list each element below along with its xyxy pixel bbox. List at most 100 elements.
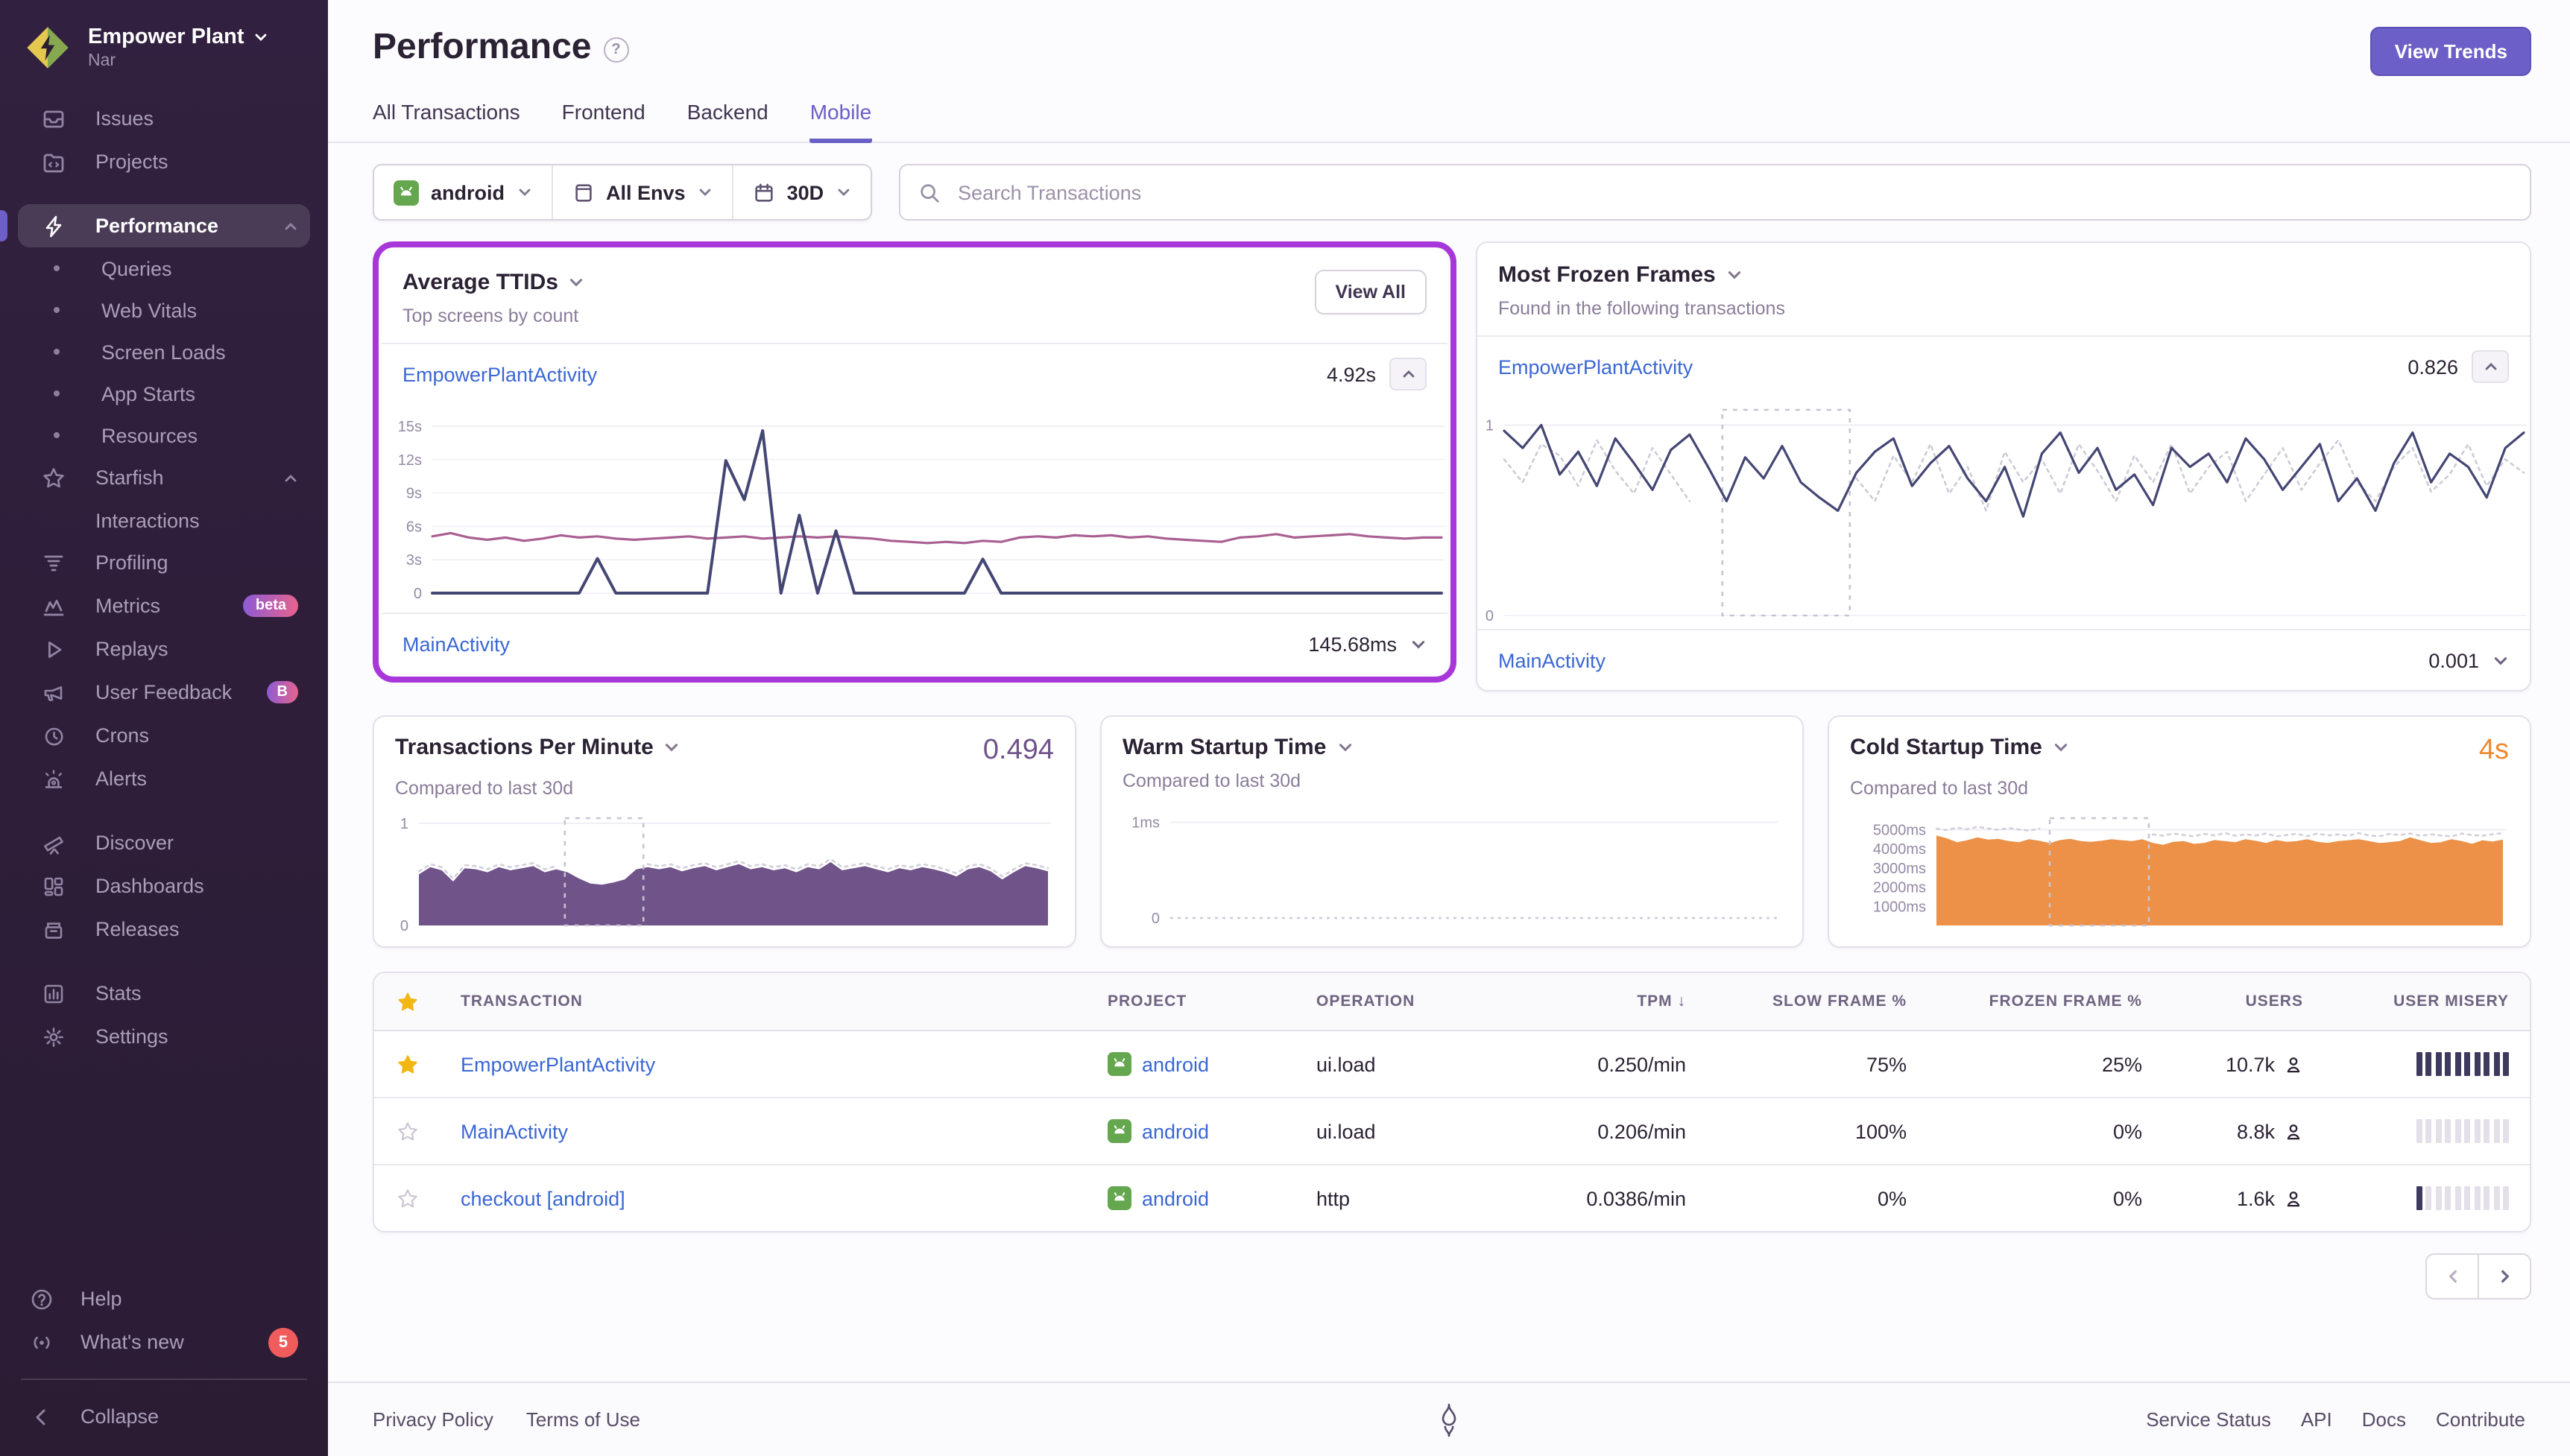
svg-text:0: 0	[1486, 608, 1494, 624]
column-header-tpm[interactable]: TPM ↓	[1516, 993, 1707, 1010]
expand-row-button[interactable]	[1410, 636, 1427, 652]
collapse-row-button[interactable]	[2472, 350, 2509, 383]
contribute-link[interactable]: Contribute	[2436, 1408, 2525, 1431]
sidebar-item-settings[interactable]: Settings	[18, 1015, 310, 1058]
slow-frame-cell: 100%	[1707, 1120, 1928, 1142]
expand-row-button[interactable]	[2492, 652, 2509, 668]
column-header-transaction[interactable]: TRANSACTION	[440, 993, 1087, 1010]
previous-page-button[interactable]	[2425, 1253, 2479, 1300]
column-header-user-misery[interactable]: USER MISERY	[2324, 993, 2530, 1010]
transaction-link[interactable]: MainActivity	[402, 633, 510, 655]
table-row: MainActivity android ui.load 0.206/min 1…	[374, 1098, 2530, 1165]
sidebar-item-alerts[interactable]: Alerts	[18, 757, 310, 800]
sidebar-item-discover[interactable]: Discover	[18, 821, 310, 864]
search-input[interactable]	[955, 180, 2512, 205]
service-status-link[interactable]: Service Status	[2146, 1408, 2271, 1431]
column-header-frozen-frame[interactable]: FROZEN FRAME %	[1928, 993, 2163, 1010]
view-trends-button[interactable]: View Trends	[2371, 27, 2531, 76]
tpm-title-dropdown[interactable]: Transactions Per Minute	[395, 735, 681, 760]
cold-startup-title-dropdown[interactable]: Cold Startup Time	[1850, 735, 2069, 760]
transaction-link[interactable]: MainActivity	[461, 1120, 568, 1142]
sidebar-item-user-feedback[interactable]: User Feedback B	[18, 671, 310, 714]
privacy-policy-link[interactable]: Privacy Policy	[373, 1408, 493, 1431]
project-filter[interactable]: android	[374, 165, 551, 219]
terms-of-use-link[interactable]: Terms of Use	[526, 1408, 640, 1431]
environment-filter[interactable]: All Envs	[551, 165, 732, 219]
projects-icon	[42, 150, 66, 174]
metric-value: 0.826	[2408, 355, 2458, 378]
sidebar-item-replays[interactable]: Replays	[18, 627, 310, 671]
sidebar-item-help[interactable]: Help	[18, 1277, 310, 1320]
star-toggle[interactable]	[374, 1120, 440, 1142]
average-ttids-panel: Average TTIDs Top screens by count View …	[382, 250, 1447, 674]
column-header-project[interactable]: PROJECT	[1087, 993, 1295, 1010]
tab-all-transactions[interactable]: All Transactions	[373, 100, 520, 143]
tab-frontend[interactable]: Frontend	[562, 100, 645, 143]
b-badge: B	[267, 681, 298, 703]
sidebar-item-dashboards[interactable]: Dashboards	[18, 864, 310, 908]
tab-mobile[interactable]: Mobile	[810, 100, 872, 143]
sidebar-item-label: Releases	[95, 918, 180, 940]
chevron-right-icon	[2496, 1268, 2513, 1285]
sidebar-item-projects[interactable]: Projects	[18, 140, 310, 183]
docs-link[interactable]: Docs	[2362, 1408, 2406, 1431]
sidebar-item-screen-loads[interactable]: Screen Loads	[18, 331, 310, 373]
transaction-link[interactable]: EmpowerPlantActivity	[461, 1053, 655, 1075]
transaction-link[interactable]: EmpowerPlantActivity	[1498, 355, 1693, 378]
column-header-operation[interactable]: OPERATION	[1295, 993, 1516, 1010]
project-link[interactable]: android	[1142, 1187, 1209, 1209]
collapse-row-button[interactable]	[1389, 358, 1427, 390]
sidebar-item-label: Interactions	[95, 509, 200, 531]
date-range-filter[interactable]: 30D	[732, 165, 871, 219]
star-toggle[interactable]	[374, 1187, 440, 1209]
table-row: checkout [android] android http 0.0386/m…	[374, 1165, 2530, 1231]
sidebar-collapse-button[interactable]: Collapse	[18, 1395, 310, 1438]
sidebar-item-stats[interactable]: Stats	[18, 972, 310, 1015]
warm-startup-title-dropdown[interactable]: Warm Startup Time	[1123, 735, 1353, 760]
sentry-logo-icon[interactable]	[1436, 1402, 1462, 1437]
average-ttids-title-dropdown[interactable]: Average TTIDs	[402, 270, 585, 295]
transaction-link[interactable]: checkout [android]	[461, 1187, 625, 1209]
dashboards-icon	[42, 874, 66, 898]
sidebar-item-label: Performance	[95, 215, 218, 237]
sidebar-item-issues[interactable]: Issues	[18, 97, 310, 140]
user-misery-bars	[2324, 1186, 2530, 1210]
svg-text:1000ms: 1000ms	[1873, 899, 1926, 915]
users-cell: 10.7k	[2163, 1053, 2324, 1075]
sidebar-item-starfish[interactable]: Starfish	[18, 456, 310, 499]
ttid-row-mainactivity: MainActivity 145.68ms	[382, 613, 1447, 674]
sidebar-item-web-vitals[interactable]: Web Vitals	[18, 289, 310, 331]
tab-backend[interactable]: Backend	[687, 100, 768, 143]
sidebar-item-profiling[interactable]: Profiling	[18, 541, 310, 584]
next-page-button[interactable]	[2478, 1253, 2531, 1300]
star-toggle[interactable]	[374, 1053, 440, 1075]
column-header-users[interactable]: USERS	[2163, 993, 2324, 1010]
most-frozen-frames-title-dropdown[interactable]: Most Frozen Frames	[1498, 262, 1785, 288]
transaction-link[interactable]: EmpowerPlantActivity	[402, 363, 597, 385]
panel-title: Average TTIDs	[402, 270, 558, 295]
api-link[interactable]: API	[2301, 1408, 2332, 1431]
project-link[interactable]: android	[1142, 1053, 1209, 1075]
project-link[interactable]: android	[1142, 1120, 1209, 1142]
sidebar-item-crons[interactable]: Crons	[18, 714, 310, 757]
title-help-icon[interactable]: ?	[603, 37, 628, 63]
user-misery-bars	[2324, 1119, 2530, 1143]
sidebar-item-metrics[interactable]: Metrics beta	[18, 584, 310, 627]
sidebar-item-interactions[interactable]: Interactions	[18, 499, 310, 541]
sidebar-item-app-starts[interactable]: App Starts	[18, 373, 310, 414]
star-column-header[interactable]	[374, 990, 440, 1013]
column-header-slow-frame[interactable]: SLOW FRAME %	[1707, 993, 1928, 1010]
view-all-button[interactable]: View All	[1315, 270, 1427, 314]
sidebar-item-queries[interactable]: Queries	[18, 247, 310, 289]
org-name: Empower Plant	[88, 25, 244, 49]
slow-frame-cell: 75%	[1707, 1053, 1928, 1075]
svg-text:9s: 9s	[406, 486, 422, 502]
chevron-left-icon	[2444, 1268, 2460, 1285]
transaction-link[interactable]: MainActivity	[1498, 649, 1606, 671]
sidebar-item-resources[interactable]: Resources	[18, 414, 310, 456]
sidebar-item-whats-new[interactable]: What's new 5	[18, 1320, 310, 1364]
org-switcher[interactable]: Empower Plant Nar	[0, 0, 328, 94]
sidebar-item-releases[interactable]: Releases	[18, 908, 310, 951]
chevron-left-icon	[30, 1405, 54, 1428]
sidebar-item-performance[interactable]: Performance	[18, 204, 310, 247]
